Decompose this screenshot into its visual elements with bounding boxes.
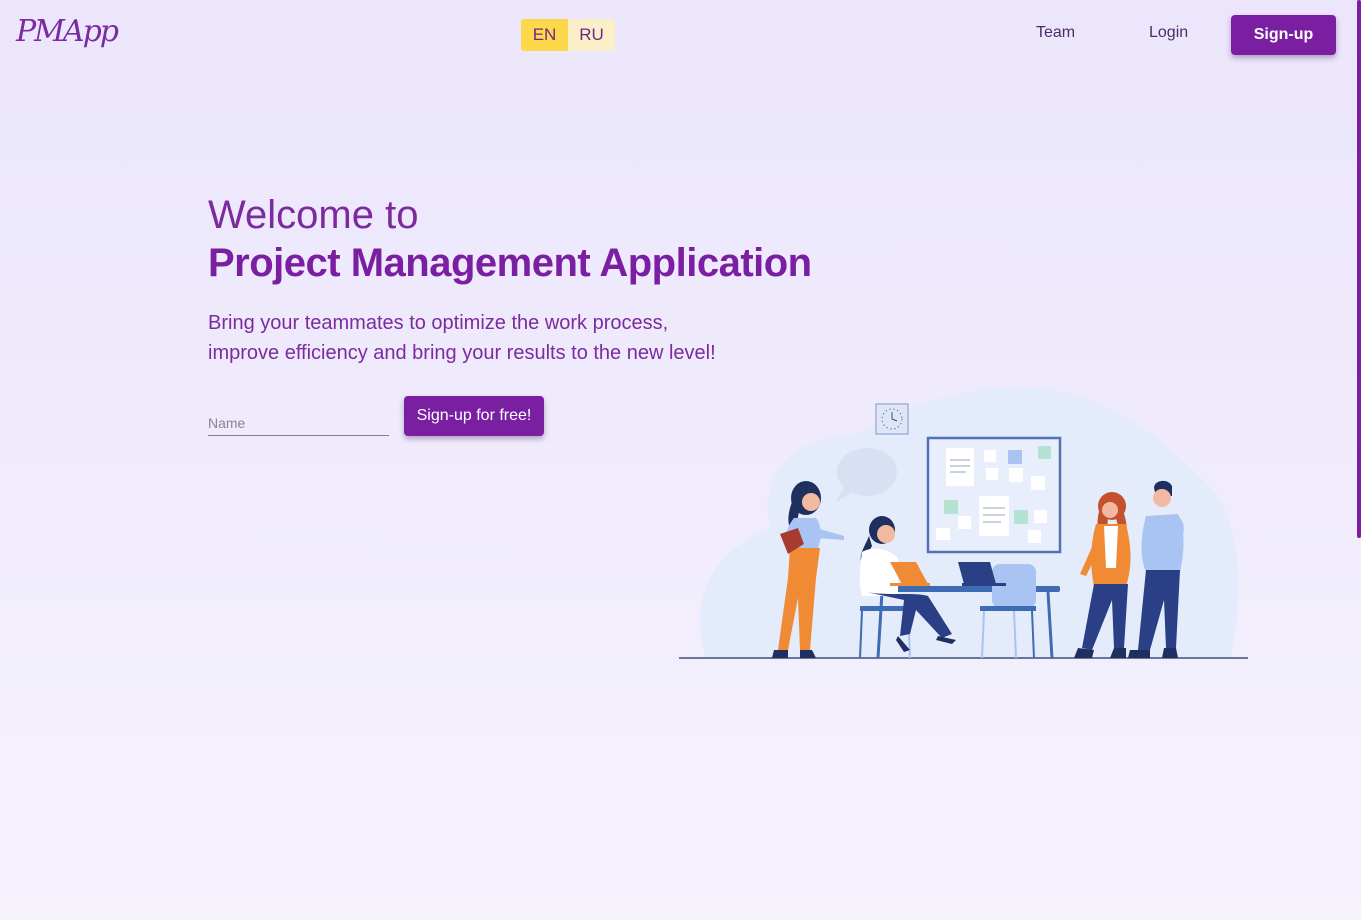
nav-team-link[interactable]: Team <box>1036 24 1075 42</box>
team-illustration <box>679 387 1248 659</box>
logo[interactable]: PMApp <box>16 14 119 49</box>
language-switcher: EN RU <box>521 19 615 51</box>
lang-en-button[interactable]: EN <box>521 19 568 51</box>
signup-free-button[interactable]: Sign-up for free! <box>404 396 544 436</box>
scrollbar[interactable] <box>1357 0 1361 538</box>
hero-subtitle-line-2: improve efficiency and bring your result… <box>208 342 716 364</box>
signup-button[interactable]: Sign-up <box>1231 15 1336 55</box>
hero-subtitle-line-1: Bring your teammates to optimize the wor… <box>208 312 669 334</box>
name-field <box>208 405 389 436</box>
header: PMApp EN RU Team Login Sign-up <box>0 0 1357 70</box>
hero-title: Project Management Application <box>208 241 812 285</box>
lang-ru-button[interactable]: RU <box>568 19 615 51</box>
name-input[interactable] <box>208 405 389 435</box>
hero-subtitle: Bring your teammates to optimize the wor… <box>208 308 716 368</box>
hero-welcome: Welcome to <box>208 193 419 237</box>
nav-login-link[interactable]: Login <box>1149 24 1188 42</box>
clock-icon <box>875 403 909 435</box>
task-board <box>926 436 1062 554</box>
